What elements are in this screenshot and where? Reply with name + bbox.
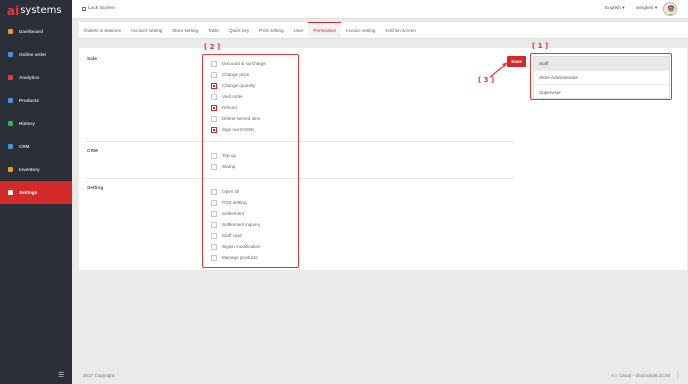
sidebar-item-history[interactable]: History: [0, 112, 72, 135]
logo-text: systems: [20, 5, 62, 16]
tag-icon: [8, 98, 13, 103]
section-divider: [85, 178, 514, 179]
crm-icon: [8, 144, 13, 149]
tab-pos-setting[interactable]: POS setting: [254, 22, 289, 38]
more-menu-icon[interactable]: ⋮: [675, 371, 681, 378]
logo-mark: ai: [7, 4, 20, 18]
sidebar-item-label: Inventory: [19, 167, 40, 172]
sidebar-item-label: Dashboard: [19, 29, 43, 34]
lock-screen-button[interactable]: Lock Screen: [82, 6, 115, 11]
sidebar: ai systems Dashboard Online order Analytic…: [0, 0, 72, 384]
annotation-label-2: [ 2 ]: [204, 43, 221, 51]
sidebar-toggle-icon[interactable]: ☰: [58, 372, 64, 379]
analytics-icon: [8, 75, 13, 80]
tab-permission[interactable]: Permission: [308, 22, 342, 38]
annotation-box-1: [530, 53, 672, 100]
tab-invoice-setting[interactable]: Invoice setting: [341, 22, 380, 38]
lock-screen-label: Lock Screen: [88, 6, 115, 11]
tab-store-setting[interactable]: Store setting: [167, 22, 203, 38]
settings-icon: [8, 190, 13, 195]
tab-user[interactable]: User: [289, 22, 309, 38]
sidebar-item-crm[interactable]: CRM: [0, 135, 72, 158]
logo[interactable]: ai systems: [7, 4, 62, 18]
sidebar-item-products[interactable]: Products: [0, 89, 72, 112]
history-icon: [8, 121, 13, 126]
sidebar-item-label: Analytics: [19, 75, 40, 80]
tab-account-setting[interactable]: Account setting: [126, 22, 167, 38]
sidebar-item-online-order[interactable]: Online order: [0, 43, 72, 66]
inventory-icon: [8, 167, 13, 172]
sidebar-nav: Dashboard Online order Analytics Products Hi…: [0, 20, 72, 204]
sidebar-item-label: History: [19, 121, 35, 126]
version-text: A.I. Cloud - vbazooka5.21.80: [611, 373, 671, 378]
tab-table[interactable]: Table: [203, 22, 224, 38]
sidebar-item-analytics[interactable]: Analytics: [0, 66, 72, 89]
tab-quick-key[interactable]: Quick key: [224, 22, 254, 38]
copyright-text: 2017 Copyright.: [83, 373, 116, 378]
avatar-image: [664, 3, 676, 15]
user-menu[interactable]: wingtest ▾: [636, 6, 657, 11]
sidebar-item-settings[interactable]: Settings: [0, 181, 72, 204]
sidebar-item-label: CRM: [19, 144, 30, 149]
top-bar: Lock Screen English ▾ wingtest ▾: [72, 0, 688, 19]
annotation-arrow-3: [489, 62, 508, 78]
settings-tabs: Outlets & Stations Account setting Store s…: [79, 22, 688, 39]
section-label-crm: CRM: [87, 149, 98, 154]
sidebar-item-inventory[interactable]: Inventory: [0, 158, 72, 181]
sidebar-item-label: Online order: [19, 52, 47, 57]
dashboard-icon: [8, 29, 13, 34]
lock-icon: [82, 6, 86, 11]
tab-outlets-stations[interactable]: Outlets & Stations: [79, 22, 126, 38]
section-label-setting: Setting: [87, 186, 104, 191]
tab-kitchen-screen[interactable]: Kitchen screen: [380, 22, 420, 38]
sidebar-item-label: Settings: [19, 190, 38, 195]
section-label-sale: Sale: [87, 57, 97, 62]
cart-icon: [8, 52, 13, 57]
section-divider: [85, 141, 514, 142]
sidebar-item-dashboard[interactable]: Dashboard: [0, 20, 72, 43]
sidebar-item-label: Products: [19, 98, 39, 103]
avatar[interactable]: [663, 2, 677, 16]
annotation-box-2: [202, 54, 299, 268]
annotation-label-1: [ 1 ]: [532, 42, 549, 50]
language-select[interactable]: English ▾: [605, 6, 624, 11]
